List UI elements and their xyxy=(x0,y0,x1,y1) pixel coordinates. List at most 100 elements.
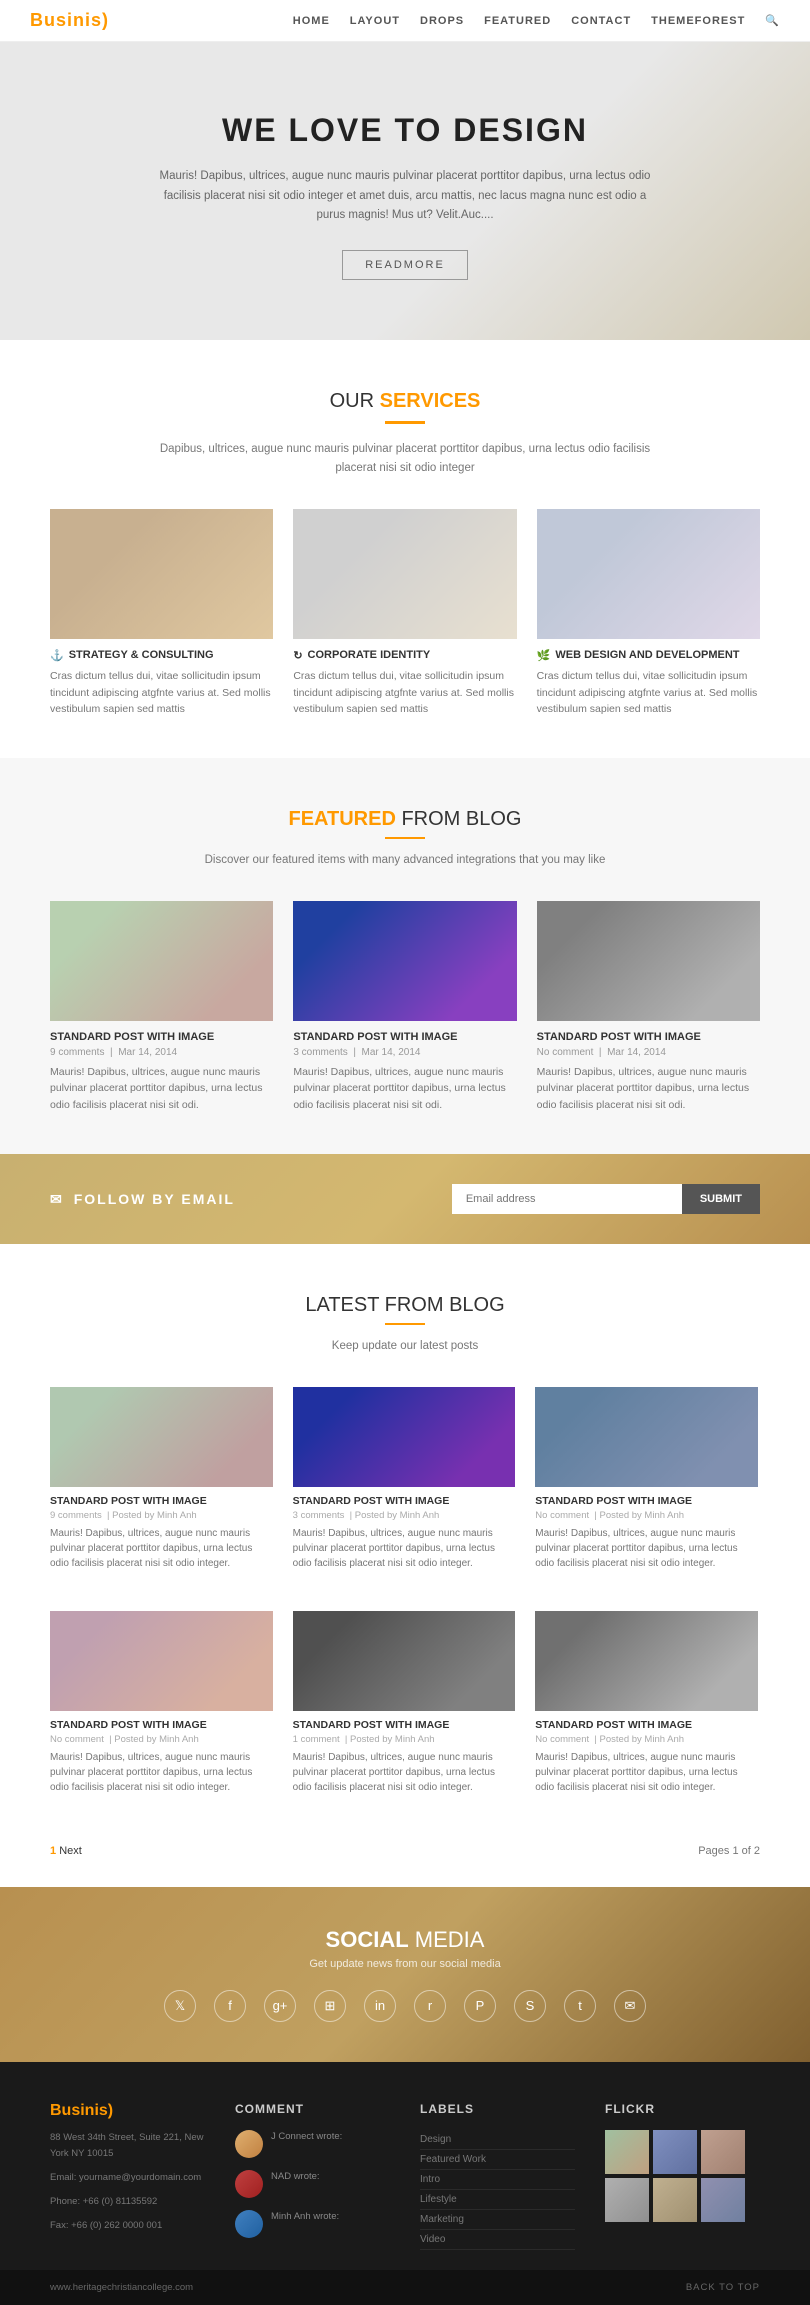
comment-avatar-1 xyxy=(235,2130,263,2158)
email-icon[interactable]: ✉ xyxy=(614,1990,646,2022)
latest-blog-desc: Keep update our latest posts xyxy=(155,1337,655,1357)
latest-blog-card-3: STANDARD POST WITH IMAGE No comment | Po… xyxy=(535,1387,758,1571)
refresh-icon: ↻ xyxy=(293,649,302,662)
service-image-3 xyxy=(537,509,760,639)
nav-layout[interactable]: LAYOUT xyxy=(350,15,400,27)
logo[interactable]: Businis) xyxy=(30,10,109,31)
nav-contact[interactable]: CONTACT xyxy=(571,15,631,27)
service-card-1: ⚓ STRATEGY & CONSULTING Cras dictum tell… xyxy=(50,509,273,718)
label-item-3[interactable]: Intro xyxy=(420,2170,575,2190)
stumbleupon-icon[interactable]: S xyxy=(514,1990,546,2022)
latest-blog-divider xyxy=(385,1323,425,1325)
services-pre: OUR xyxy=(330,390,374,412)
back-to-top-link[interactable]: BACK TO TOP xyxy=(686,2282,760,2293)
footer: Businis) 88 West 34th Street, Suite 221,… xyxy=(0,2062,810,2270)
footer-logo: Businis) xyxy=(50,2102,205,2120)
comment-avatar-3 xyxy=(235,2210,263,2238)
pagination-links: 1 Next xyxy=(50,1845,82,1857)
facebook-icon[interactable]: f xyxy=(214,1990,246,2022)
reddit-icon[interactable]: r xyxy=(414,1990,446,2022)
latest-blog-excerpt-2: Mauris! Dapibus, ultrices, augue nunc ma… xyxy=(293,1526,516,1571)
latest-blog-excerpt-1: Mauris! Dapibus, ultrices, augue nunc ma… xyxy=(50,1526,273,1571)
services-title: SERVICES xyxy=(380,390,481,412)
nav-links: HOME LAYOUT DROPS FEATURED CONTACT THEME… xyxy=(293,14,780,27)
service-text-3: Cras dictum tellus dui, vitae sollicitud… xyxy=(537,668,760,718)
pagination: 1 Next Pages 1 of 2 xyxy=(0,1845,810,1887)
labels-list: Design Featured Work Intro Lifestyle Mar… xyxy=(420,2130,575,2250)
google-plus-icon[interactable]: g+ xyxy=(264,1990,296,2022)
hero-section: WE LOVE TO DESIGN Mauris! Dapibus, ultri… xyxy=(0,42,810,340)
featured-blog-section: FEATURED FROM BLOG Discover our featured… xyxy=(0,758,810,1154)
flickr-thumb-1[interactable] xyxy=(605,2130,649,2174)
footer-comment-title: COMMENT xyxy=(235,2102,390,2116)
featured-blog-image-2 xyxy=(293,901,516,1021)
tumblr-icon[interactable]: t xyxy=(564,1990,596,2022)
label-item-5[interactable]: Marketing xyxy=(420,2210,575,2230)
service-card-3: 🌿 WEB DESIGN AND DEVELOPMENT Cras dictum… xyxy=(537,509,760,718)
latest-blog-title-6: STANDARD POST WITH IMAGE xyxy=(535,1719,758,1731)
footer-col-about: Businis) 88 West 34th Street, Suite 221,… xyxy=(50,2102,205,2250)
footer-labels-title: LABELS xyxy=(420,2102,575,2116)
service-title-3: 🌿 WEB DESIGN AND DEVELOPMENT xyxy=(537,649,760,662)
rss-icon[interactable]: ⊞ xyxy=(314,1990,346,2022)
latest-blog-image-5 xyxy=(293,1611,516,1711)
flickr-thumb-6[interactable] xyxy=(701,2178,745,2222)
services-grid: ⚓ STRATEGY & CONSULTING Cras dictum tell… xyxy=(50,509,760,718)
search-icon[interactable]: 🔍 xyxy=(765,14,780,27)
next-page-link[interactable]: Next xyxy=(59,1845,82,1857)
label-item-2[interactable]: Featured Work xyxy=(420,2150,575,2170)
footer-col-labels: LABELS Design Featured Work Intro Lifest… xyxy=(420,2102,575,2250)
services-section: OUR SERVICES Dapibus, ultrices, augue nu… xyxy=(0,340,810,758)
nav-featured[interactable]: FEATURED xyxy=(484,15,551,27)
hero-heading: WE LOVE TO DESIGN xyxy=(100,112,710,149)
flickr-thumb-3[interactable] xyxy=(701,2130,745,2174)
label-item-4[interactable]: Lifestyle xyxy=(420,2190,575,2210)
flickr-thumb-4[interactable] xyxy=(605,2178,649,2222)
leaf-icon: 🌿 xyxy=(537,649,551,662)
featured-blog-meta-3: No comment | Mar 14, 2014 xyxy=(537,1047,760,1058)
follow-section: ✉ FOLLOW BY EMAIL Submit xyxy=(0,1154,810,1244)
nav-drops[interactable]: DROPS xyxy=(420,15,464,27)
envelope-icon: ✉ xyxy=(50,1191,64,1208)
page-1-link[interactable]: 1 xyxy=(50,1845,56,1857)
latest-blog-image-1 xyxy=(50,1387,273,1487)
pinterest-icon[interactable]: P xyxy=(464,1990,496,2022)
services-underline xyxy=(385,421,425,424)
comment-avatar-2 xyxy=(235,2170,263,2198)
services-desc: Dapibus, ultrices, augue nunc mauris pul… xyxy=(155,440,655,479)
comment-item-3: Minh Anh wrote: xyxy=(235,2210,390,2238)
readmore-button[interactable]: READMORE xyxy=(342,250,468,280)
navbar: Businis) HOME LAYOUT DROPS FEATURED CONT… xyxy=(0,0,810,42)
comment-item-1: J Connect wrote: xyxy=(235,2130,390,2158)
latest-word: LATEST xyxy=(305,1294,379,1316)
logo-text: Businis xyxy=(30,10,102,30)
nav-home[interactable]: HOME xyxy=(293,15,330,27)
label-item-6[interactable]: Video xyxy=(420,2230,575,2250)
latest-blog-card-2: STANDARD POST WITH IMAGE 3 comments | Po… xyxy=(293,1387,516,1571)
footer-email: Email: yourname@yourdomain.com xyxy=(50,2170,205,2186)
flickr-thumb-2[interactable] xyxy=(653,2130,697,2174)
featured-blog-desc: Discover our featured items with many ad… xyxy=(155,851,655,871)
hero-description: Mauris! Dapibus, ultrices, augue nunc ma… xyxy=(155,167,655,226)
footer-fax: Fax: +66 (0) 262 0000 001 xyxy=(50,2218,205,2234)
submit-button[interactable]: Submit xyxy=(682,1184,760,1214)
flickr-thumb-5[interactable] xyxy=(653,2178,697,2222)
service-text-1: Cras dictum tellus dui, vitae sollicitud… xyxy=(50,668,273,718)
social-media-text: MEDIA xyxy=(415,1927,485,1952)
linkedin-icon[interactable]: in xyxy=(364,1990,396,2022)
latest-blog-meta-2: 3 comments | Posted by Minh Anh xyxy=(293,1510,516,1521)
latest-blog-image-2 xyxy=(293,1387,516,1487)
email-input[interactable] xyxy=(452,1184,682,1214)
label-item-1[interactable]: Design xyxy=(420,2130,575,2150)
twitter-icon[interactable]: 𝕏 xyxy=(164,1990,196,2022)
footer-grid: Businis) 88 West 34th Street, Suite 221,… xyxy=(50,2102,760,2250)
footer-bottom: www.heritagechristiancollege.com BACK TO… xyxy=(0,2270,810,2305)
nav-themeforest[interactable]: THEMEFOREST xyxy=(651,15,745,27)
latest-blog-excerpt-5: Mauris! Dapibus, ultrices, augue nunc ma… xyxy=(293,1750,516,1795)
latest-blog-image-6 xyxy=(535,1611,758,1711)
social-word: SOCIAL xyxy=(326,1927,409,1952)
logo-accent: ) xyxy=(102,10,109,30)
latest-blog-card-6: STANDARD POST WITH IMAGE No comment | Po… xyxy=(535,1611,758,1795)
featured-blog-title-2: STANDARD POST WITH IMAGE xyxy=(293,1031,516,1043)
featured-blog-heading: FEATURED FROM BLOG xyxy=(50,808,760,831)
